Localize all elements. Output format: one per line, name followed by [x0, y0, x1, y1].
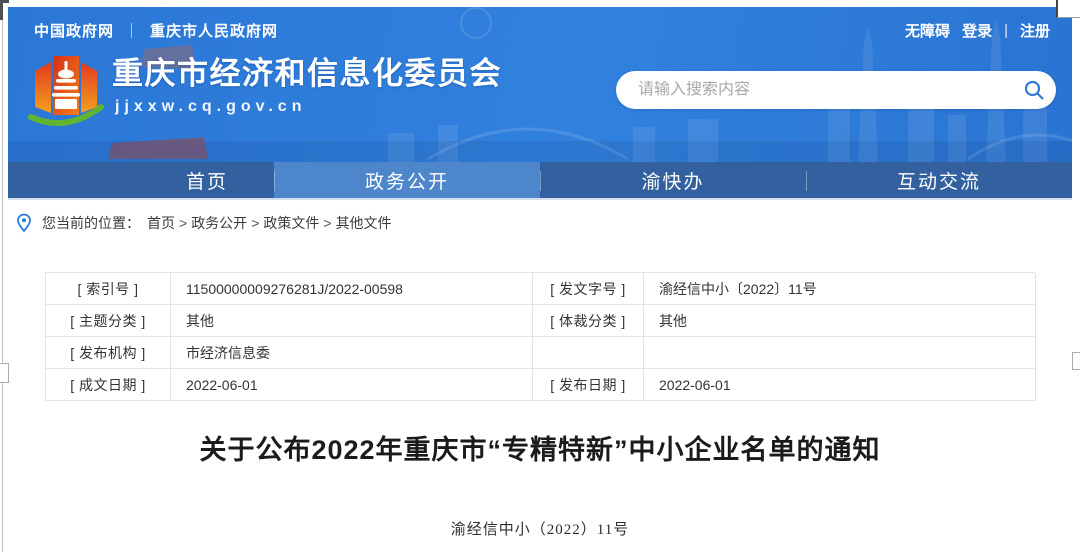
nav-tab-interaction[interactable]: 互动交流: [806, 162, 1072, 198]
meta-value-issuing-org: 市经济信息委: [171, 337, 533, 369]
search-button[interactable]: [1012, 71, 1056, 109]
doc-number: 渝经信中小（2022）11号: [0, 518, 1080, 539]
meta-value-genre-class: 其他: [644, 305, 1036, 337]
screenshot-corner-artifact-tl: [0, 0, 9, 20]
site-url: jjxxw.cq.gov.cn: [115, 98, 502, 116]
page-title: 关于公布2022年重庆市“专精特新”中小企业名单的通知: [0, 428, 1080, 467]
breadcrumb-item-other-docs[interactable]: 其他文件: [336, 213, 392, 233]
login-link[interactable]: 登录: [962, 20, 992, 41]
topbar-left-separator: ｜: [124, 20, 140, 41]
search-box: [616, 71, 1056, 109]
location-pin-icon: [16, 213, 32, 233]
meta-label-genre-class: [ 体裁分类 ]: [533, 305, 644, 337]
meta-label-issuing-org: [ 发布机构 ]: [46, 337, 171, 369]
emblem-icon: [28, 53, 104, 139]
meta-value-doc-symbol: 渝经信中小〔2022〕11号: [644, 273, 1036, 305]
meta-label-empty: [533, 337, 644, 369]
breadcrumb-separator: >: [251, 215, 259, 231]
meta-label-topic-class: [ 主题分类 ]: [46, 305, 171, 337]
meta-value-topic-class: 其他: [171, 305, 533, 337]
meta-label-index-no: [ 索引号 ]: [46, 273, 171, 305]
breadcrumb-item-gov-affairs[interactable]: 政务公开: [191, 213, 247, 233]
screenshot-edge-line: [2, 0, 3, 552]
doc-meta-table: [ 索引号 ] 11500000009276281J/2022-00598 [ …: [45, 272, 1035, 401]
breadcrumb-item-policy-docs[interactable]: 政策文件: [263, 213, 319, 233]
nav-tab-label: 渝快办: [641, 167, 704, 194]
nav-tab-label: 首页: [186, 167, 228, 194]
accessibility-link[interactable]: 无障碍: [905, 20, 950, 41]
breadcrumb-separator: >: [323, 215, 331, 231]
nav-tab-gov-affairs[interactable]: 政务公开: [274, 162, 540, 198]
screenshot-corner-artifact-tr: [1056, 0, 1080, 18]
nav-tab-yukuaiban[interactable]: 渝快办: [540, 162, 806, 198]
nav-tab-label: 互动交流: [897, 167, 981, 194]
topbar-right-separator: |: [1004, 22, 1008, 39]
breadcrumb-item-home[interactable]: 首页: [147, 213, 175, 233]
meta-label-written-date: [ 成文日期 ]: [46, 369, 171, 401]
link-china-gov[interactable]: 中国政府网: [34, 20, 114, 41]
breadcrumb-prefix: 您当前的位置：: [42, 213, 140, 233]
site-title: 重庆市经济和信息化委员会: [112, 53, 502, 95]
screenshot-edge-artifact-right: [1072, 352, 1080, 370]
page: 中国政府网 ｜ 重庆市人民政府网 无障碍 登录 | 注册: [0, 0, 1080, 552]
site-text-block: 重庆市经济和信息化委员会 jjxxw.cq.gov.cn: [112, 53, 502, 116]
search-icon: [1023, 79, 1045, 101]
register-link[interactable]: 注册: [1020, 20, 1050, 41]
meta-value-publish-date: 2022-06-01: [644, 369, 1036, 401]
link-cq-gov[interactable]: 重庆市人民政府网: [150, 20, 278, 41]
main-nav: 首页 政务公开 渝快办 互动交流: [8, 162, 1072, 200]
meta-value-written-date: 2022-06-01: [171, 369, 533, 401]
breadcrumb-text: 您当前的位置： 首页 > 政务公开 > 政策文件 > 其他文件: [42, 213, 392, 233]
search-input[interactable]: [616, 81, 1012, 99]
site-logo[interactable]: 重庆市经济和信息化委员会 jjxxw.cq.gov.cn: [28, 53, 502, 139]
meta-value-index-no: 11500000009276281J/2022-00598: [171, 273, 533, 305]
meta-label-doc-symbol: [ 发文字号 ]: [533, 273, 644, 305]
nav-tab-home[interactable]: 首页: [8, 162, 274, 198]
topbar-right-links: 无障碍 登录 | 注册: [905, 20, 1050, 41]
meta-label-publish-date: [ 发布日期 ]: [533, 369, 644, 401]
breadcrumb: 您当前的位置： 首页 > 政务公开 > 政策文件 > 其他文件: [0, 204, 1080, 242]
meta-value-empty: [644, 337, 1036, 369]
screenshot-edge-artifact-left: [0, 363, 9, 383]
breadcrumb-separator: >: [179, 215, 187, 231]
site-banner: 中国政府网 ｜ 重庆市人民政府网 无障碍 登录 | 注册: [8, 7, 1072, 162]
topbar-left-links: 中国政府网 ｜ 重庆市人民政府网: [34, 20, 278, 41]
nav-tab-label: 政务公开: [365, 167, 449, 194]
